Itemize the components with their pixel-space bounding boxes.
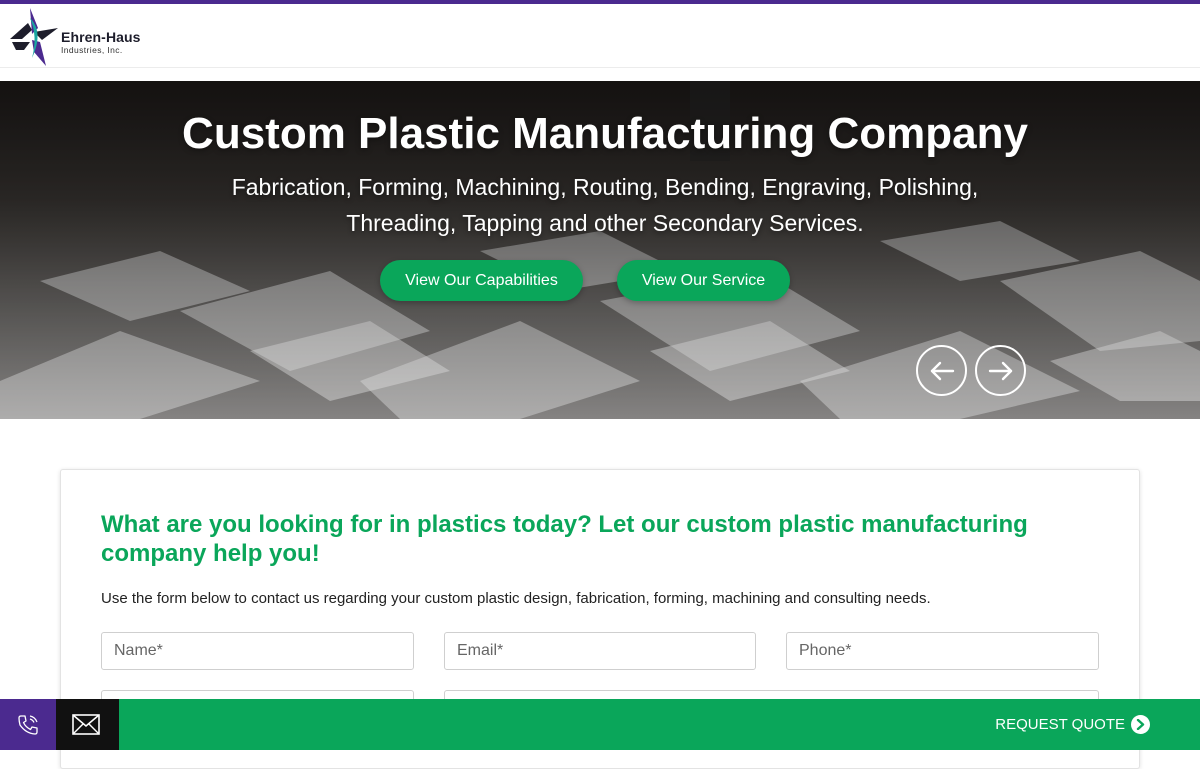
- arrow-right-icon: [988, 361, 1013, 381]
- logo-icon: [10, 8, 58, 66]
- envelope-icon: [72, 714, 100, 735]
- request-quote-label: REQUEST QUOTE: [995, 716, 1125, 733]
- email-button[interactable]: [56, 699, 119, 750]
- logo-name: Ehren-Haus: [61, 29, 141, 45]
- chevron-right-circle-icon: [1131, 715, 1150, 734]
- sticky-bottom-bar: REQUEST QUOTE: [0, 699, 1200, 750]
- carousel-next-button[interactable]: [975, 345, 1026, 396]
- hero-banner: Custom Plastic Manufacturing Company Fab…: [0, 81, 1200, 419]
- view-service-button[interactable]: View Our Service: [617, 260, 790, 301]
- form-description: Use the form below to contact us regardi…: [101, 590, 931, 607]
- logo-subtitle: Industries, Inc.: [61, 45, 123, 55]
- phone-field[interactable]: [786, 632, 1099, 670]
- hero-title: Custom Plastic Manufacturing Company: [182, 109, 1028, 158]
- call-button[interactable]: [0, 699, 56, 750]
- carousel-prev-button[interactable]: [916, 345, 967, 396]
- hero-subtitle: Fabrication, Forming, Machining, Routing…: [231, 174, 979, 236]
- request-quote-button[interactable]: REQUEST QUOTE: [995, 699, 1150, 750]
- site-header: Ehren-Haus Industries, Inc.: [0, 4, 1200, 68]
- logo-link[interactable]: Ehren-Haus Industries, Inc.: [8, 6, 168, 68]
- email-field[interactable]: [444, 632, 756, 670]
- arrow-left-icon: [930, 361, 955, 381]
- name-field[interactable]: [101, 632, 414, 670]
- form-heading: What are you looking for in plastics tod…: [101, 511, 1028, 567]
- phone-icon: [18, 715, 38, 735]
- view-capabilities-button[interactable]: View Our Capabilities: [380, 260, 583, 301]
